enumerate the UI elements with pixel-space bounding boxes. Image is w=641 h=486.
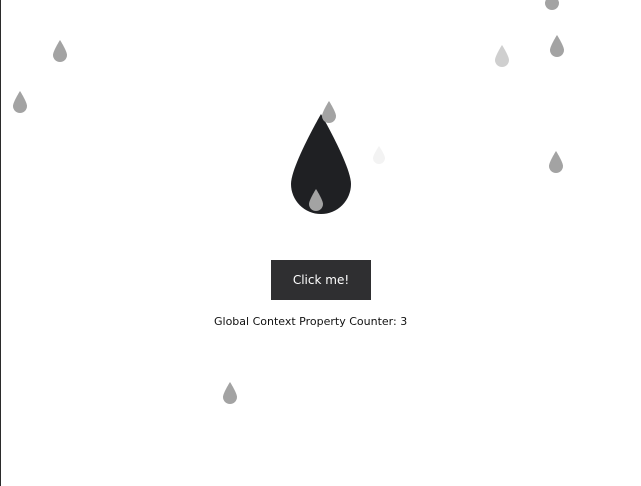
raindrop-icon (309, 189, 323, 211)
raindrop-icon (550, 35, 564, 57)
counter-label: Global Context Property Counter: (214, 315, 397, 328)
window-border (0, 0, 1, 486)
raindrop-icon (53, 40, 67, 62)
counter-value: 3 (400, 315, 408, 328)
raindrop-icon (495, 45, 509, 67)
raindrop-icon (322, 101, 336, 123)
raindrop-icon (373, 146, 385, 164)
raindrop-icon (223, 382, 237, 404)
raindrop-icon (549, 151, 563, 173)
click-me-button[interactable]: Click me! (271, 260, 371, 300)
app-canvas: Click me! Global Context Property Counte… (0, 0, 641, 486)
counter-display: Global Context Property Counter: 3 (214, 315, 407, 328)
raindrop-icon (545, 0, 559, 10)
raindrop-icon (13, 91, 27, 113)
